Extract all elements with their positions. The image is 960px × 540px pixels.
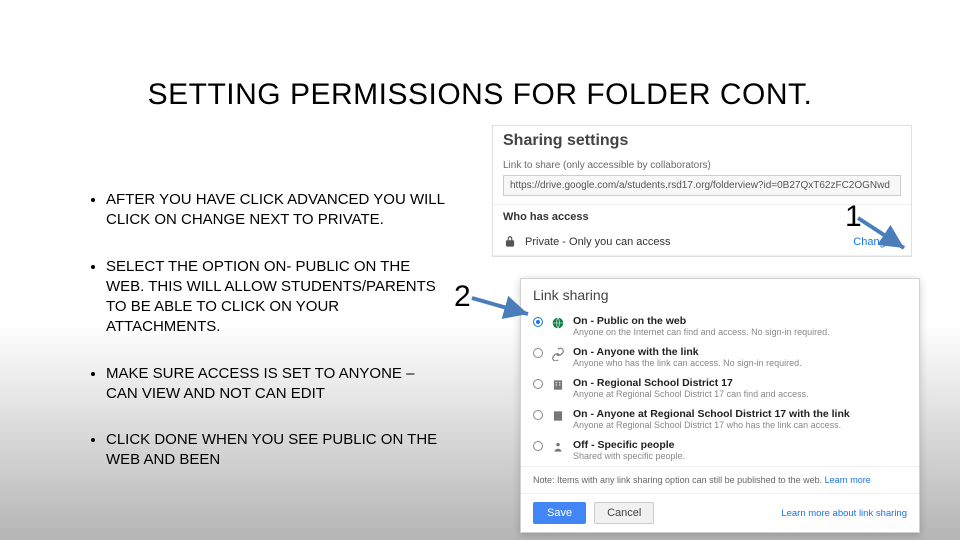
radio-label: On - Regional School District 17 xyxy=(573,377,733,389)
link-sharing-title: Link sharing xyxy=(521,279,919,311)
bullet-item: CLICK DONE WHEN YOU SEE PUBLIC ON THE WE… xyxy=(106,430,445,471)
radio-icon xyxy=(533,379,543,389)
radio-org[interactable]: On - Regional School District 17 Anyone … xyxy=(521,373,919,404)
bullet-item: AFTER YOU HAVE CLICK ADVANCED YOU WILL C… xyxy=(106,190,445,231)
cancel-button[interactable]: Cancel xyxy=(594,502,654,524)
radio-icon xyxy=(533,317,543,327)
radio-sublabel: Shared with specific people. xyxy=(573,451,685,461)
bullet-item: SELECT THE OPTION ON- PUBLIC ON THE WEB.… xyxy=(106,257,445,338)
save-button[interactable]: Save xyxy=(533,502,586,524)
learn-more-link[interactable]: Learn more xyxy=(825,475,871,485)
radio-icon xyxy=(533,348,543,358)
radio-label: On - Anyone at Regional School District … xyxy=(573,408,850,420)
globe-icon xyxy=(551,316,565,333)
link-to-share-input[interactable]: https://drive.google.com/a/students.rsd1… xyxy=(503,175,901,196)
building-link-icon xyxy=(551,409,565,426)
change-link[interactable]: Change... xyxy=(853,236,901,248)
lock-icon xyxy=(503,235,517,249)
radio-anyone-with-link[interactable]: On - Anyone with the link Anyone who has… xyxy=(521,342,919,373)
link-sharing-note: Note: Items with any link sharing option… xyxy=(521,466,919,493)
sharing-settings-panel: Sharing settings Link to share (only acc… xyxy=(492,125,912,257)
sharing-settings-heading: Sharing settings xyxy=(493,126,911,158)
radio-icon xyxy=(533,410,543,420)
learn-more-link-sharing[interactable]: Learn more about link sharing xyxy=(781,508,907,519)
radio-icon xyxy=(533,441,543,451)
person-icon xyxy=(551,440,565,457)
radio-sublabel: Anyone at Regional School District 17 wh… xyxy=(573,420,841,430)
link-sharing-dialog: Link sharing On - Public on the web Anyo… xyxy=(520,278,920,533)
radio-sublabel: Anyone at Regional School District 17 ca… xyxy=(573,389,809,399)
radio-off-specific[interactable]: Off - Specific people Shared with specif… xyxy=(521,435,919,466)
annotation-1: 1 xyxy=(845,200,862,234)
radio-org-with-link[interactable]: On - Anyone at Regional School District … xyxy=(521,404,919,435)
bullet-item: MAKE SURE ACCESS IS SET TO ANYONE – CAN … xyxy=(106,364,445,405)
radio-label: On - Anyone with the link xyxy=(573,346,699,358)
radio-label: On - Public on the web xyxy=(573,315,686,327)
bullet-list: AFTER YOU HAVE CLICK ADVANCED YOU WILL C… xyxy=(90,190,445,497)
radio-sublabel: Anyone on the Internet can find and acce… xyxy=(573,327,830,337)
annotation-2: 2 xyxy=(454,280,471,314)
link-to-share-label: Link to share (only accessible by collab… xyxy=(493,158,911,175)
radio-sublabel: Anyone who has the link can access. No s… xyxy=(573,358,802,368)
building-icon xyxy=(551,378,565,395)
slide-title: SETTING PERMISSIONS FOR FOLDER CONT. xyxy=(0,78,960,112)
radio-label: Off - Specific people xyxy=(573,439,675,451)
access-private-text: Private - Only you can access xyxy=(525,236,845,248)
radio-public-on-web[interactable]: On - Public on the web Anyone on the Int… xyxy=(521,311,919,342)
link-icon xyxy=(551,347,565,364)
